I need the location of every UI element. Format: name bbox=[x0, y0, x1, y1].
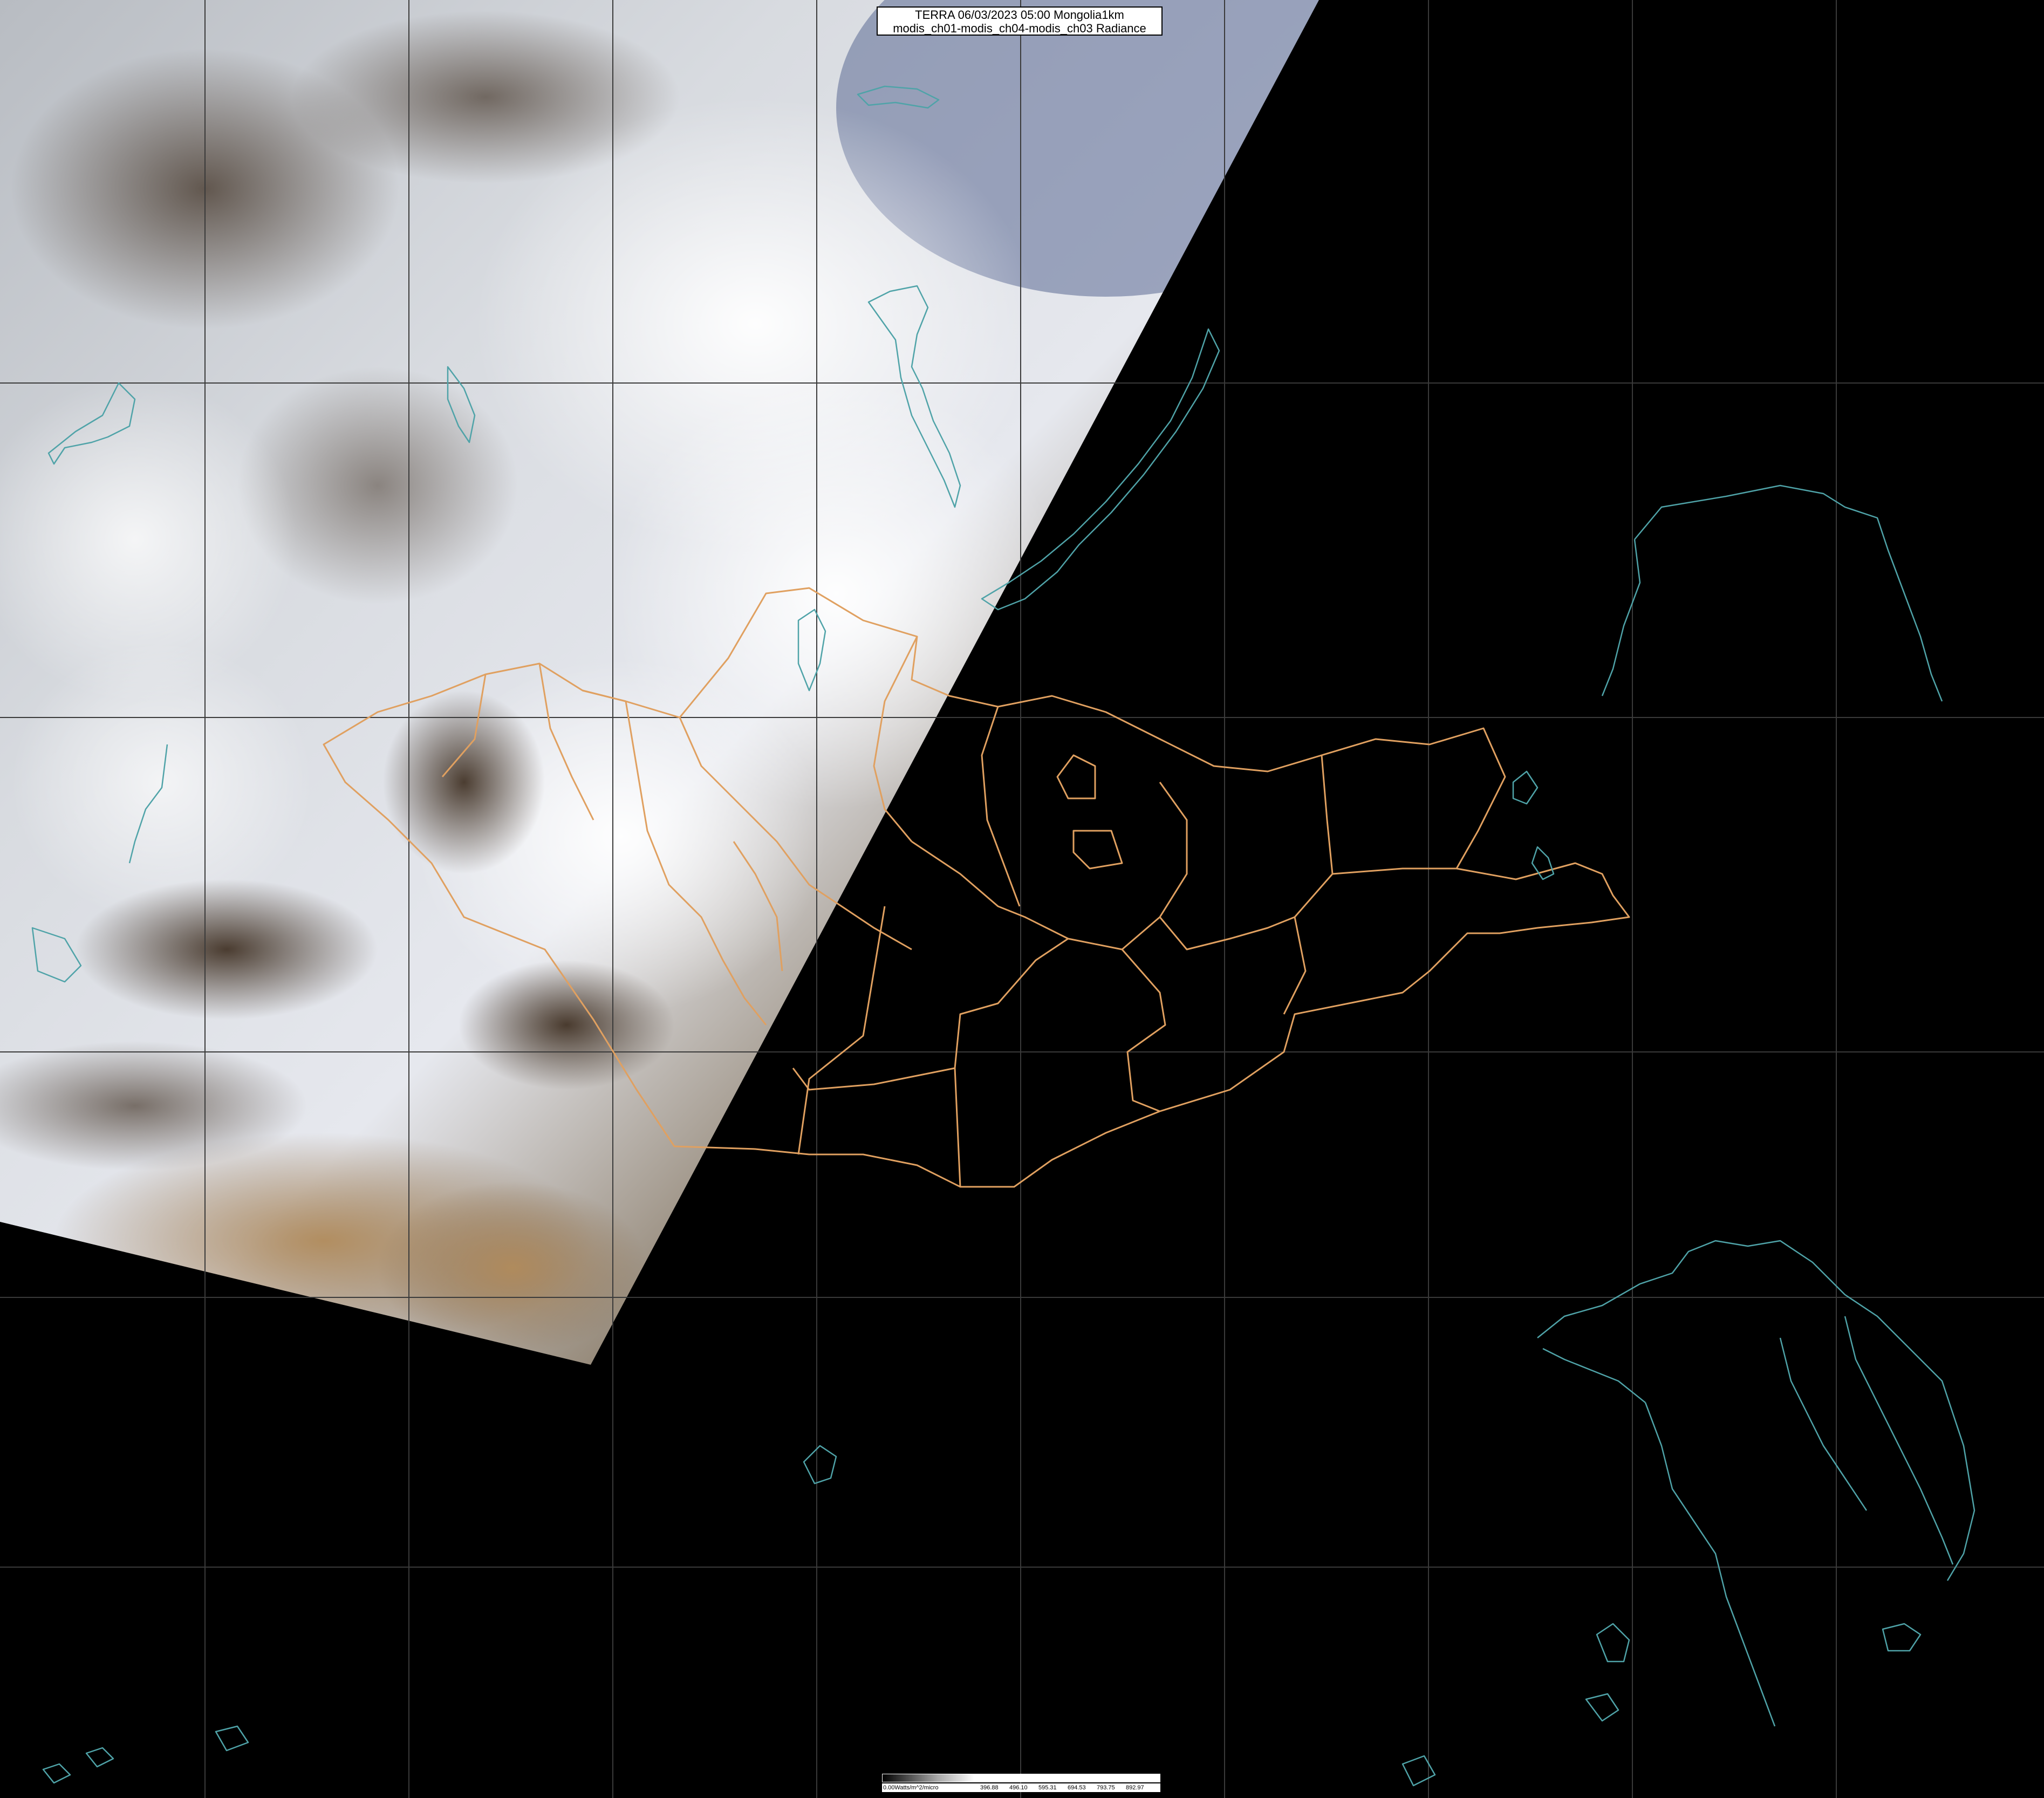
map-title: TERRA 06/03/2023 05:00 Mongolia1km modis… bbox=[877, 6, 1163, 36]
satellite-map bbox=[0, 0, 2044, 1798]
title-line-1: TERRA 06/03/2023 05:00 Mongolia1km bbox=[915, 8, 1124, 22]
colorbar-tick: 892.97 bbox=[1126, 1785, 1144, 1791]
colorbar-tick: 694.53 bbox=[1068, 1785, 1086, 1791]
colorbar-tick: 496.10 bbox=[1009, 1785, 1028, 1791]
satellite-swath bbox=[0, 0, 1319, 1365]
colorbar-labels: 0.00Watts/m^2/micro 396.88 496.10 595.31… bbox=[882, 1783, 1160, 1792]
colorbar-tick: 396.88 bbox=[980, 1785, 999, 1791]
colorbar bbox=[882, 1774, 1160, 1782]
title-line-2: modis_ch01-modis_ch04-modis_ch03 Radianc… bbox=[893, 22, 1146, 35]
colorbar-unit-label: 0.00Watts/m^2/micro bbox=[883, 1785, 939, 1791]
colorbar-tick: 595.31 bbox=[1038, 1785, 1057, 1791]
colorbar-tick: 793.75 bbox=[1097, 1785, 1115, 1791]
